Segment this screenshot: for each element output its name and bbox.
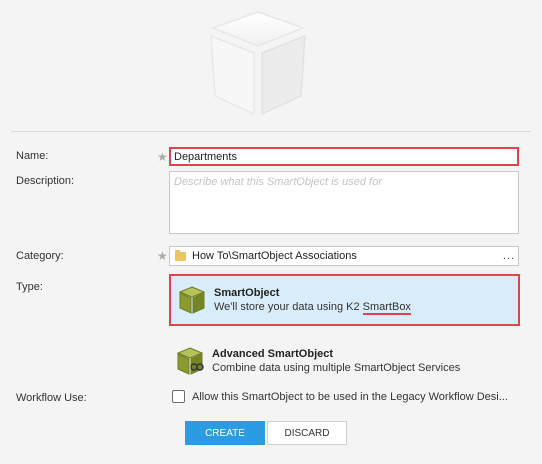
- category-value: How To\SmartObject Associations: [192, 250, 357, 262]
- type-option-title: Advanced SmartObject: [212, 348, 334, 360]
- required-star-icon: ★: [157, 249, 168, 263]
- type-option-text: SmartObject We'll store your data using …: [214, 287, 411, 315]
- type-option-smartobject[interactable]: SmartObject We'll store your data using …: [169, 274, 520, 326]
- header-divider: [11, 131, 531, 132]
- smartobject-cube-icon: [178, 286, 206, 314]
- type-label: Type:: [16, 281, 43, 293]
- name-label: Name:: [16, 150, 49, 162]
- create-button[interactable]: CREATE: [185, 421, 265, 445]
- description-text: We'll store your data using K2: [214, 301, 363, 313]
- smartbox-highlight: SmartBox: [362, 301, 411, 315]
- description-label: Description:: [16, 175, 75, 187]
- type-option-text: Advanced SmartObject Combine data using …: [212, 348, 460, 374]
- name-field[interactable]: Departments: [169, 147, 519, 166]
- advanced-smartobject-cube-icon: [176, 347, 204, 375]
- folder-icon: [175, 249, 186, 261]
- type-option-description: Combine data using multiple SmartObject …: [212, 362, 461, 374]
- required-star-icon: ★: [157, 150, 168, 164]
- category-browse-button[interactable]: ...: [500, 250, 518, 262]
- legacy-workflow-checkbox-label[interactable]: Allow this SmartObject to be used in the…: [192, 391, 508, 403]
- type-option-description: We'll store your data using K2 SmartBox: [214, 301, 411, 315]
- type-option-title: SmartObject: [214, 287, 280, 299]
- discard-button[interactable]: DISCARD: [267, 421, 347, 445]
- category-field[interactable]: How To\SmartObject Associations ...: [169, 246, 519, 266]
- workflow-use-label: Workflow Use:: [16, 392, 87, 404]
- description-field[interactable]: Describe what this SmartObject is used f…: [169, 171, 519, 234]
- category-label: Category:: [16, 250, 64, 262]
- legacy-workflow-checkbox[interactable]: [172, 390, 185, 403]
- type-option-advanced-smartobject[interactable]: Advanced SmartObject Combine data using …: [169, 335, 520, 387]
- smartobject-logo-icon: [210, 11, 306, 115]
